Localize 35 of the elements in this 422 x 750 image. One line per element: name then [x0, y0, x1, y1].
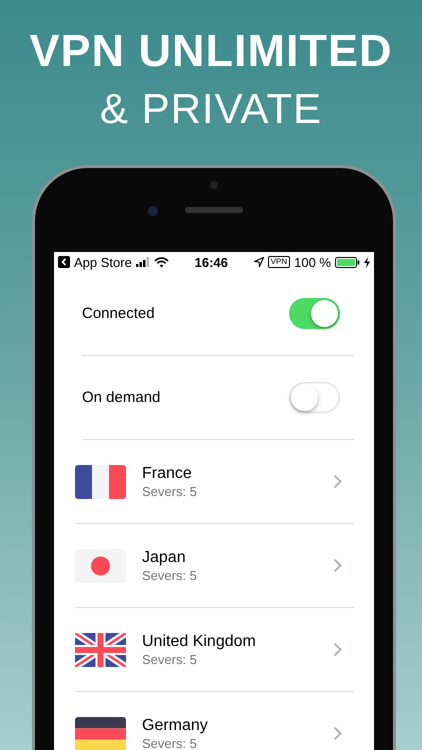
server-count: Severs: 5 [142, 652, 198, 666]
flag-icon [75, 548, 126, 582]
country-name: Germany [142, 716, 209, 734]
back-icon[interactable] [58, 256, 70, 268]
sensor-icon [210, 181, 218, 189]
country-name: France [142, 464, 193, 482]
subheadline: & PRIVATE [100, 84, 322, 134]
clock-time: 16:46 [194, 254, 228, 270]
chevron-icon[interactable] [333, 726, 342, 741]
chevron-icon[interactable] [333, 558, 342, 573]
vpn-badge: VPN [268, 256, 290, 268]
flag-icon [75, 464, 126, 498]
country-name: Japan [142, 548, 187, 566]
battery-icon [335, 256, 360, 268]
chevron-icon[interactable] [333, 642, 342, 657]
location-icon [254, 257, 264, 267]
setting-label: Connected [82, 305, 156, 322]
flag-icon [75, 716, 126, 750]
back-link[interactable]: App Store [74, 254, 132, 270]
signal-icon [136, 257, 150, 267]
country-name: United Kingdom [142, 632, 257, 650]
headline: VPN UNLIMITED [29, 25, 392, 77]
toggle-switch[interactable] [289, 298, 340, 329]
camera-icon [148, 206, 158, 216]
server-count: Severs: 5 [142, 484, 198, 498]
server-count: Severs: 5 [142, 736, 198, 750]
speaker-icon [185, 207, 243, 213]
setting-label: On demand [82, 389, 162, 406]
toggle-switch[interactable] [289, 382, 340, 413]
chevron-icon[interactable] [333, 474, 342, 489]
flag-icon [75, 632, 126, 666]
charging-icon [364, 256, 370, 268]
wifi-icon [154, 256, 169, 268]
server-count: Severs: 5 [142, 568, 198, 582]
battery-percent: 100 % [294, 254, 331, 270]
